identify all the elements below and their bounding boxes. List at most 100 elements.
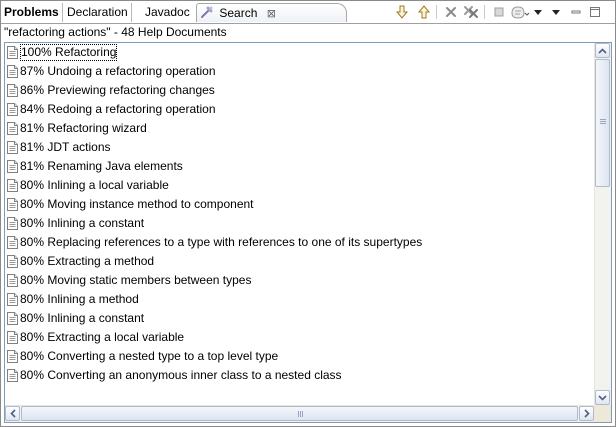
result-label: 84% Redoing a refactoring operation <box>20 101 216 118</box>
scroll-down-button[interactable] <box>595 390 610 405</box>
remove-all-icon[interactable] <box>462 4 480 20</box>
scrollbar-corner <box>594 405 611 422</box>
view-tab-bar: Problems Declaration Javadoc Search ⊠ <box>1 1 615 24</box>
result-item[interactable]: 81% Renaming Java elements <box>5 157 594 176</box>
previous-match-arrow-icon[interactable] <box>415 4 433 20</box>
result-item[interactable]: 87% Undoing a refactoring operation <box>5 62 594 81</box>
result-item[interactable]: 80% Replacing references to a type with … <box>5 233 594 252</box>
horizontal-scrollbar[interactable] <box>5 405 594 422</box>
maximize-icon[interactable] <box>588 4 602 20</box>
scroll-right-button[interactable] <box>579 406 594 421</box>
result-item[interactable]: 81% Refactoring wizard <box>5 119 594 138</box>
result-title: Inlining a constant <box>47 311 145 325</box>
result-item[interactable]: 80% Inlining a local variable <box>5 176 594 195</box>
result-title: Converting a nested type to a top level … <box>47 349 279 363</box>
result-score: 80% <box>20 368 45 382</box>
toolbar-separator <box>436 5 437 19</box>
scroll-left-button[interactable] <box>5 406 20 421</box>
toolbar-separator <box>484 5 485 19</box>
scroll-up-button[interactable] <box>595 43 610 58</box>
result-item[interactable]: 80% Inlining a method <box>5 290 594 309</box>
result-title: Replacing references to a type with refe… <box>47 235 423 249</box>
help-document-icon <box>7 369 18 388</box>
chevron-up-icon <box>598 47 607 54</box>
search-icon <box>200 5 214 24</box>
result-item[interactable]: 86% Previewing refactoring changes <box>5 81 594 100</box>
grip-line <box>600 121 606 122</box>
result-title: Previewing refactoring changes <box>47 83 215 97</box>
search-query: "refactoring actions" <box>4 25 111 39</box>
close-icon[interactable]: ⊠ <box>267 5 276 23</box>
result-title: Extracting a method <box>47 254 155 268</box>
result-label: 80% Moving instance method to component <box>20 196 254 213</box>
result-score: 80% <box>20 292 45 306</box>
result-item[interactable]: 84% Redoing a refactoring operation <box>5 100 594 119</box>
result-label: 80% Inlining a constant <box>20 215 144 232</box>
result-item[interactable]: 80% Inlining a constant <box>5 214 594 233</box>
result-score: 81% <box>20 140 45 154</box>
tab-problems[interactable]: Problems <box>1 3 63 22</box>
result-list: 100% Refactoring 87% Undoing a refactorin… <box>5 43 594 405</box>
result-title: Renaming Java elements <box>47 159 183 173</box>
tab-label: Javadoc <box>145 5 190 19</box>
tab-label: Problems <box>4 5 59 19</box>
result-label: 80% Extracting a method <box>20 253 154 270</box>
vertical-scroll-thumb[interactable] <box>595 59 610 187</box>
minimize-icon[interactable] <box>569 4 583 20</box>
result-title: Undoing a refactoring operation <box>47 64 216 78</box>
result-item[interactable]: 81% JDT actions <box>5 138 594 157</box>
result-title: JDT actions <box>47 140 111 154</box>
result-score: 80% <box>20 235 45 249</box>
tab-javadoc[interactable]: Javadoc <box>142 3 193 22</box>
result-title: Inlining a constant <box>47 216 145 230</box>
chevron-left-icon <box>9 409 16 418</box>
result-item[interactable]: 80% Moving static members between types <box>5 271 594 290</box>
result-title: Converting an anonymous inner class to a… <box>47 368 342 382</box>
result-score: 80% <box>20 349 45 363</box>
result-item[interactable]: 80% Extracting a method <box>5 252 594 271</box>
result-title: Redoing a refactoring operation <box>47 102 216 116</box>
results-tree[interactable]: 100% Refactoring 87% Undoing a refactorin… <box>4 42 612 423</box>
chevron-down-icon[interactable] <box>532 4 544 20</box>
result-item[interactable]: 80% Extracting a local variable <box>5 328 594 347</box>
result-title: Moving instance method to component <box>47 197 254 211</box>
result-title: Inlining a method <box>47 292 139 306</box>
tab-declaration[interactable]: Declaration <box>64 3 132 22</box>
result-label: 81% Renaming Java elements <box>20 158 183 175</box>
result-count: 48 Help Documents <box>121 25 227 39</box>
result-label: 80% Converting an anonymous inner class … <box>20 367 342 384</box>
result-score: 87% <box>20 64 45 78</box>
result-label: 80% Moving static members between types <box>20 272 251 289</box>
view-menu-icon[interactable] <box>549 4 563 20</box>
result-score: 84% <box>20 102 45 116</box>
result-label: 80% Inlining a method <box>20 291 139 308</box>
result-label: 80% Extracting a local variable <box>20 329 184 346</box>
result-label: 81% JDT actions <box>20 139 111 156</box>
result-score: 80% <box>20 178 45 192</box>
result-item[interactable]: 80% Converting an anonymous inner class … <box>5 366 594 385</box>
horizontal-scroll-thumb[interactable] <box>21 406 578 421</box>
result-label: 80% Inlining a local variable <box>20 177 169 194</box>
result-score: 80% <box>20 273 45 287</box>
grip-line <box>298 411 299 417</box>
tab-search[interactable]: Search ⊠ <box>196 3 347 22</box>
grip-line <box>300 411 301 417</box>
header-separator: - <box>110 25 122 39</box>
stop-icon[interactable] <box>490 4 508 20</box>
result-title: Refactoring <box>55 45 117 59</box>
chevron-right-icon <box>583 409 590 418</box>
search-history-icon[interactable] <box>510 4 530 20</box>
result-label: 81% Refactoring wizard <box>20 120 147 137</box>
result-title: Moving static members between types <box>47 273 252 287</box>
next-match-arrow-icon[interactable] <box>393 4 411 20</box>
tab-label: Search <box>219 6 258 20</box>
search-results-header: "refactoring actions" - 48 Help Document… <box>1 24 615 41</box>
result-item[interactable]: 80% Converting a nested type to a top le… <box>5 347 594 366</box>
result-item[interactable]: 80% Moving instance method to component <box>5 195 594 214</box>
result-label: 80% Replacing references to a type with … <box>20 234 422 251</box>
result-item[interactable]: 80% Inlining a constant <box>5 309 594 328</box>
vertical-scrollbar[interactable] <box>594 43 611 405</box>
tab-label: Declaration <box>67 5 128 19</box>
remove-selected-icon[interactable] <box>442 4 460 20</box>
result-item[interactable]: 100% Refactoring <box>5 43 594 62</box>
